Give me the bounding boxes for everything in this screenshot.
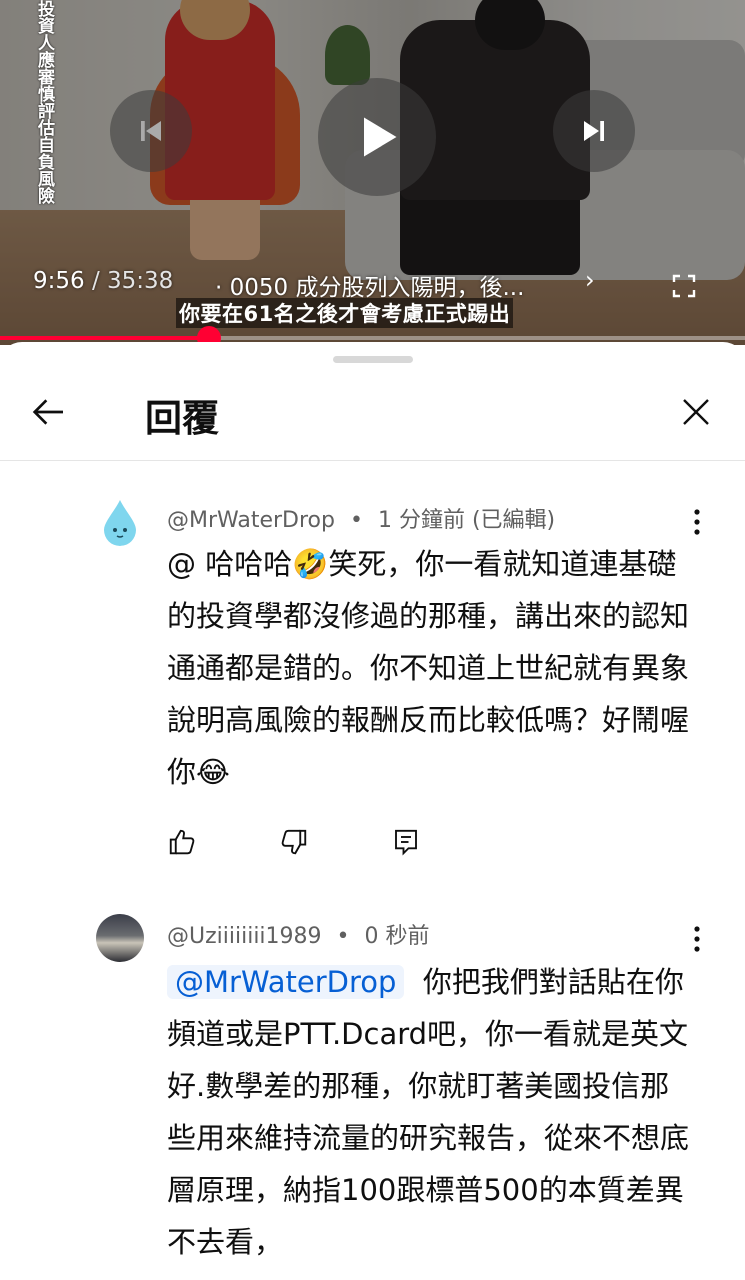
more-options-button[interactable]: [688, 507, 706, 537]
comment-body: 你把我們對話貼在你頻道或是PTT.Dcard吧，你一看就是英文好.數學差的那種，…: [167, 965, 690, 1259]
close-icon: [683, 399, 709, 425]
mention-link[interactable]: @MrWaterDrop: [167, 965, 405, 999]
chapter-chevron-icon[interactable]: ›: [585, 266, 595, 294]
current-time: 9:56: [33, 268, 85, 294]
video-player[interactable]: 投資人應審慎評估自負風險 9:56 / 35:38 · 0050 成分股列入陽明…: [0, 0, 745, 345]
like-icon: [169, 829, 195, 855]
fullscreen-icon: [672, 274, 696, 298]
reply-button[interactable]: [391, 827, 421, 857]
more-options-button[interactable]: [688, 924, 706, 954]
time-display: 9:56 / 35:38: [33, 268, 173, 294]
comment-author[interactable]: @Uziiiiiiii1989: [167, 924, 322, 949]
previous-button[interactable]: [110, 90, 192, 172]
meta-separator: •: [336, 924, 350, 949]
comment-time: 1 分鐘前 (已編輯): [377, 508, 556, 533]
avatar[interactable]: [96, 914, 144, 962]
caption: 你要在61名之後才會考慮正式踢出: [176, 298, 514, 328]
comment-author[interactable]: @MrWaterDrop: [167, 508, 335, 533]
comment-text: @MrWaterDrop 你把我們對話貼在你頻道或是PTT.Dcard吧，你一看…: [167, 956, 697, 1268]
overlay-disclaimer: 投資人應審慎評估自負風險: [34, 0, 54, 204]
meta-separator: •: [350, 508, 363, 533]
next-button[interactable]: [553, 90, 635, 172]
play-icon: [364, 117, 397, 157]
dislike-icon: [281, 829, 307, 855]
like-button[interactable]: [167, 827, 197, 857]
avatar[interactable]: [96, 498, 144, 546]
previous-icon: [141, 121, 161, 141]
progress-fill: [0, 336, 209, 340]
water-drop-avatar-icon: [104, 500, 136, 546]
replies-panel: 回覆 @MrWaterDrop • 1 分鐘前 (已編輯) @ 哈哈哈🤣笑死，你…: [0, 342, 745, 1280]
more-vert-icon: [694, 926, 700, 952]
next-icon: [584, 121, 604, 141]
fullscreen-button[interactable]: [672, 274, 696, 298]
play-button[interactable]: [318, 78, 436, 196]
dislike-button[interactable]: [279, 827, 309, 857]
drag-handle[interactable]: [333, 356, 413, 363]
duration: / 35:38: [84, 268, 174, 294]
back-arrow-icon: [32, 399, 63, 425]
comment-time: 0 秒前: [364, 924, 430, 949]
close-button[interactable]: [678, 394, 714, 430]
comment-text: @ 哈哈哈🤣笑死，你一看就知道連基礎的投資學都沒修過的那種，講出來的認知通通都是…: [167, 547, 690, 789]
progress-bar[interactable]: [0, 326, 745, 345]
divider: [0, 460, 745, 461]
panel-title: 回覆: [145, 397, 219, 440]
reply-icon: [395, 829, 417, 856]
back-button[interactable]: [28, 392, 68, 432]
chapter-title[interactable]: · 0050 成分股列入陽明，後...: [215, 268, 524, 302]
comment-actions: [167, 827, 421, 857]
comment-meta: @Uziiiiiiii1989 • 0 秒前: [167, 918, 430, 950]
more-vert-icon: [694, 509, 700, 535]
comment-meta: @MrWaterDrop • 1 分鐘前 (已編輯): [167, 502, 555, 534]
